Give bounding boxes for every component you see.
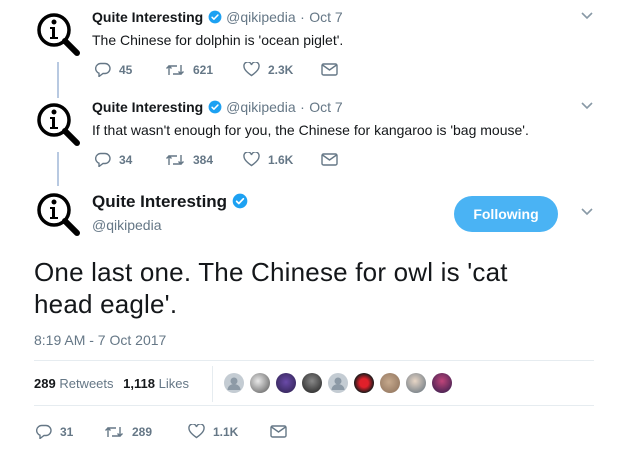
author-handle[interactable]: @qikipedia — [226, 9, 295, 25]
like-count: 2.3K — [268, 62, 294, 77]
retweets-stat-label: Retweets — [59, 376, 114, 391]
retweet-button[interactable]: 289 — [104, 425, 188, 439]
heart-icon — [188, 424, 205, 439]
liker-avatar[interactable] — [380, 373, 400, 393]
retweet-icon — [105, 426, 123, 437]
stats-separator — [212, 366, 213, 402]
direct-message-button[interactable] — [321, 63, 338, 76]
tweet-text: The Chinese for dolphin is 'ocean piglet… — [92, 32, 344, 48]
like-count: 1.1K — [213, 424, 239, 439]
author-handle[interactable]: @qikipedia — [226, 99, 295, 115]
likes-stat-count: 1,118 — [123, 376, 155, 391]
reply-button[interactable]: 34 — [95, 152, 165, 167]
reply-icon — [36, 424, 52, 439]
retweet-button[interactable]: 621 — [165, 63, 243, 77]
author-handle[interactable]: @qikipedia — [92, 217, 161, 233]
tweet-actions: 34 384 1.6K — [95, 152, 338, 167]
tweet-date[interactable]: Oct 7 — [309, 99, 342, 115]
tweet-timestamp[interactable]: 8:19 AM - 7 Oct 2017 — [34, 332, 166, 348]
like-count: 1.6K — [268, 152, 294, 167]
heart-icon — [243, 62, 260, 77]
divider — [34, 405, 594, 406]
author-name[interactable]: Quite Interesting — [92, 9, 203, 25]
chevron-down-icon[interactable] — [580, 101, 594, 111]
verified-badge-icon — [232, 193, 247, 209]
envelope-icon — [321, 63, 338, 76]
like-button[interactable]: 1.6K — [243, 152, 321, 167]
reply-count: 45 — [119, 62, 133, 77]
liker-avatar[interactable] — [302, 373, 322, 393]
liker-avatar[interactable] — [328, 373, 348, 393]
liker-avatar[interactable] — [250, 373, 270, 393]
reply-count: 34 — [119, 152, 133, 167]
liker-avatars — [224, 373, 474, 395]
default-avatar-icon — [331, 377, 345, 390]
retweet-count: 621 — [193, 62, 214, 77]
tweet-actions: 31 289 1.1K — [36, 424, 287, 439]
author-name[interactable]: Quite Interesting — [92, 99, 203, 115]
likes-stat[interactable]: 1,118 Likes — [123, 376, 189, 391]
verified-badge-icon — [208, 10, 222, 24]
retweet-icon — [166, 154, 184, 165]
reply-icon — [95, 152, 111, 167]
envelope-icon — [270, 425, 287, 438]
heart-icon — [243, 152, 260, 167]
separator-dot: · — [300, 9, 305, 25]
envelope-icon — [321, 153, 338, 166]
like-button[interactable]: 2.3K — [243, 62, 321, 77]
thread-line — [57, 62, 59, 98]
retweet-count: 289 — [132, 424, 153, 439]
chevron-down-icon[interactable] — [580, 207, 594, 217]
retweet-button[interactable]: 384 — [165, 153, 243, 167]
liker-avatar[interactable] — [432, 373, 452, 393]
reply-icon — [95, 62, 111, 77]
verified-badge-icon — [208, 100, 222, 114]
liker-avatar[interactable] — [224, 373, 244, 393]
retweets-stat[interactable]: 289 Retweets — [34, 376, 114, 391]
direct-message-button[interactable] — [270, 425, 287, 438]
tweet-text: If that wasn't enough for you, the Chine… — [92, 122, 529, 138]
following-button[interactable]: Following — [454, 196, 558, 232]
author-name[interactable]: Quite Interesting — [92, 192, 227, 211]
reply-button[interactable]: 45 — [95, 62, 165, 77]
retweets-stat-count: 289 — [34, 376, 56, 391]
qi-logo-avatar[interactable] — [34, 100, 82, 148]
qi-logo-avatar[interactable] — [34, 190, 82, 238]
direct-message-button[interactable] — [321, 153, 338, 166]
tweet-date[interactable]: Oct 7 — [309, 9, 342, 25]
tweet-stats: 289 Retweets 1,118 Likes — [34, 376, 189, 391]
default-avatar-icon — [227, 377, 241, 390]
tweet-text: One last one. The Chinese for owl is 'ca… — [34, 257, 508, 319]
separator-dot: · — [300, 99, 305, 115]
chevron-down-icon[interactable] — [580, 11, 594, 21]
liker-avatar[interactable] — [276, 373, 296, 393]
qi-logo-avatar[interactable] — [34, 10, 82, 58]
tweet-actions: 45 621 2.3K — [95, 62, 338, 77]
retweet-count: 384 — [193, 152, 214, 167]
reply-count: 31 — [60, 424, 74, 439]
retweet-icon — [166, 64, 184, 75]
thread-line — [57, 152, 59, 186]
reply-button[interactable]: 31 — [36, 424, 104, 439]
divider — [34, 360, 594, 361]
liker-avatar[interactable] — [354, 373, 374, 393]
like-button[interactable]: 1.1K — [188, 424, 270, 439]
likes-stat-label: Likes — [158, 376, 189, 391]
liker-avatar[interactable] — [406, 373, 426, 393]
